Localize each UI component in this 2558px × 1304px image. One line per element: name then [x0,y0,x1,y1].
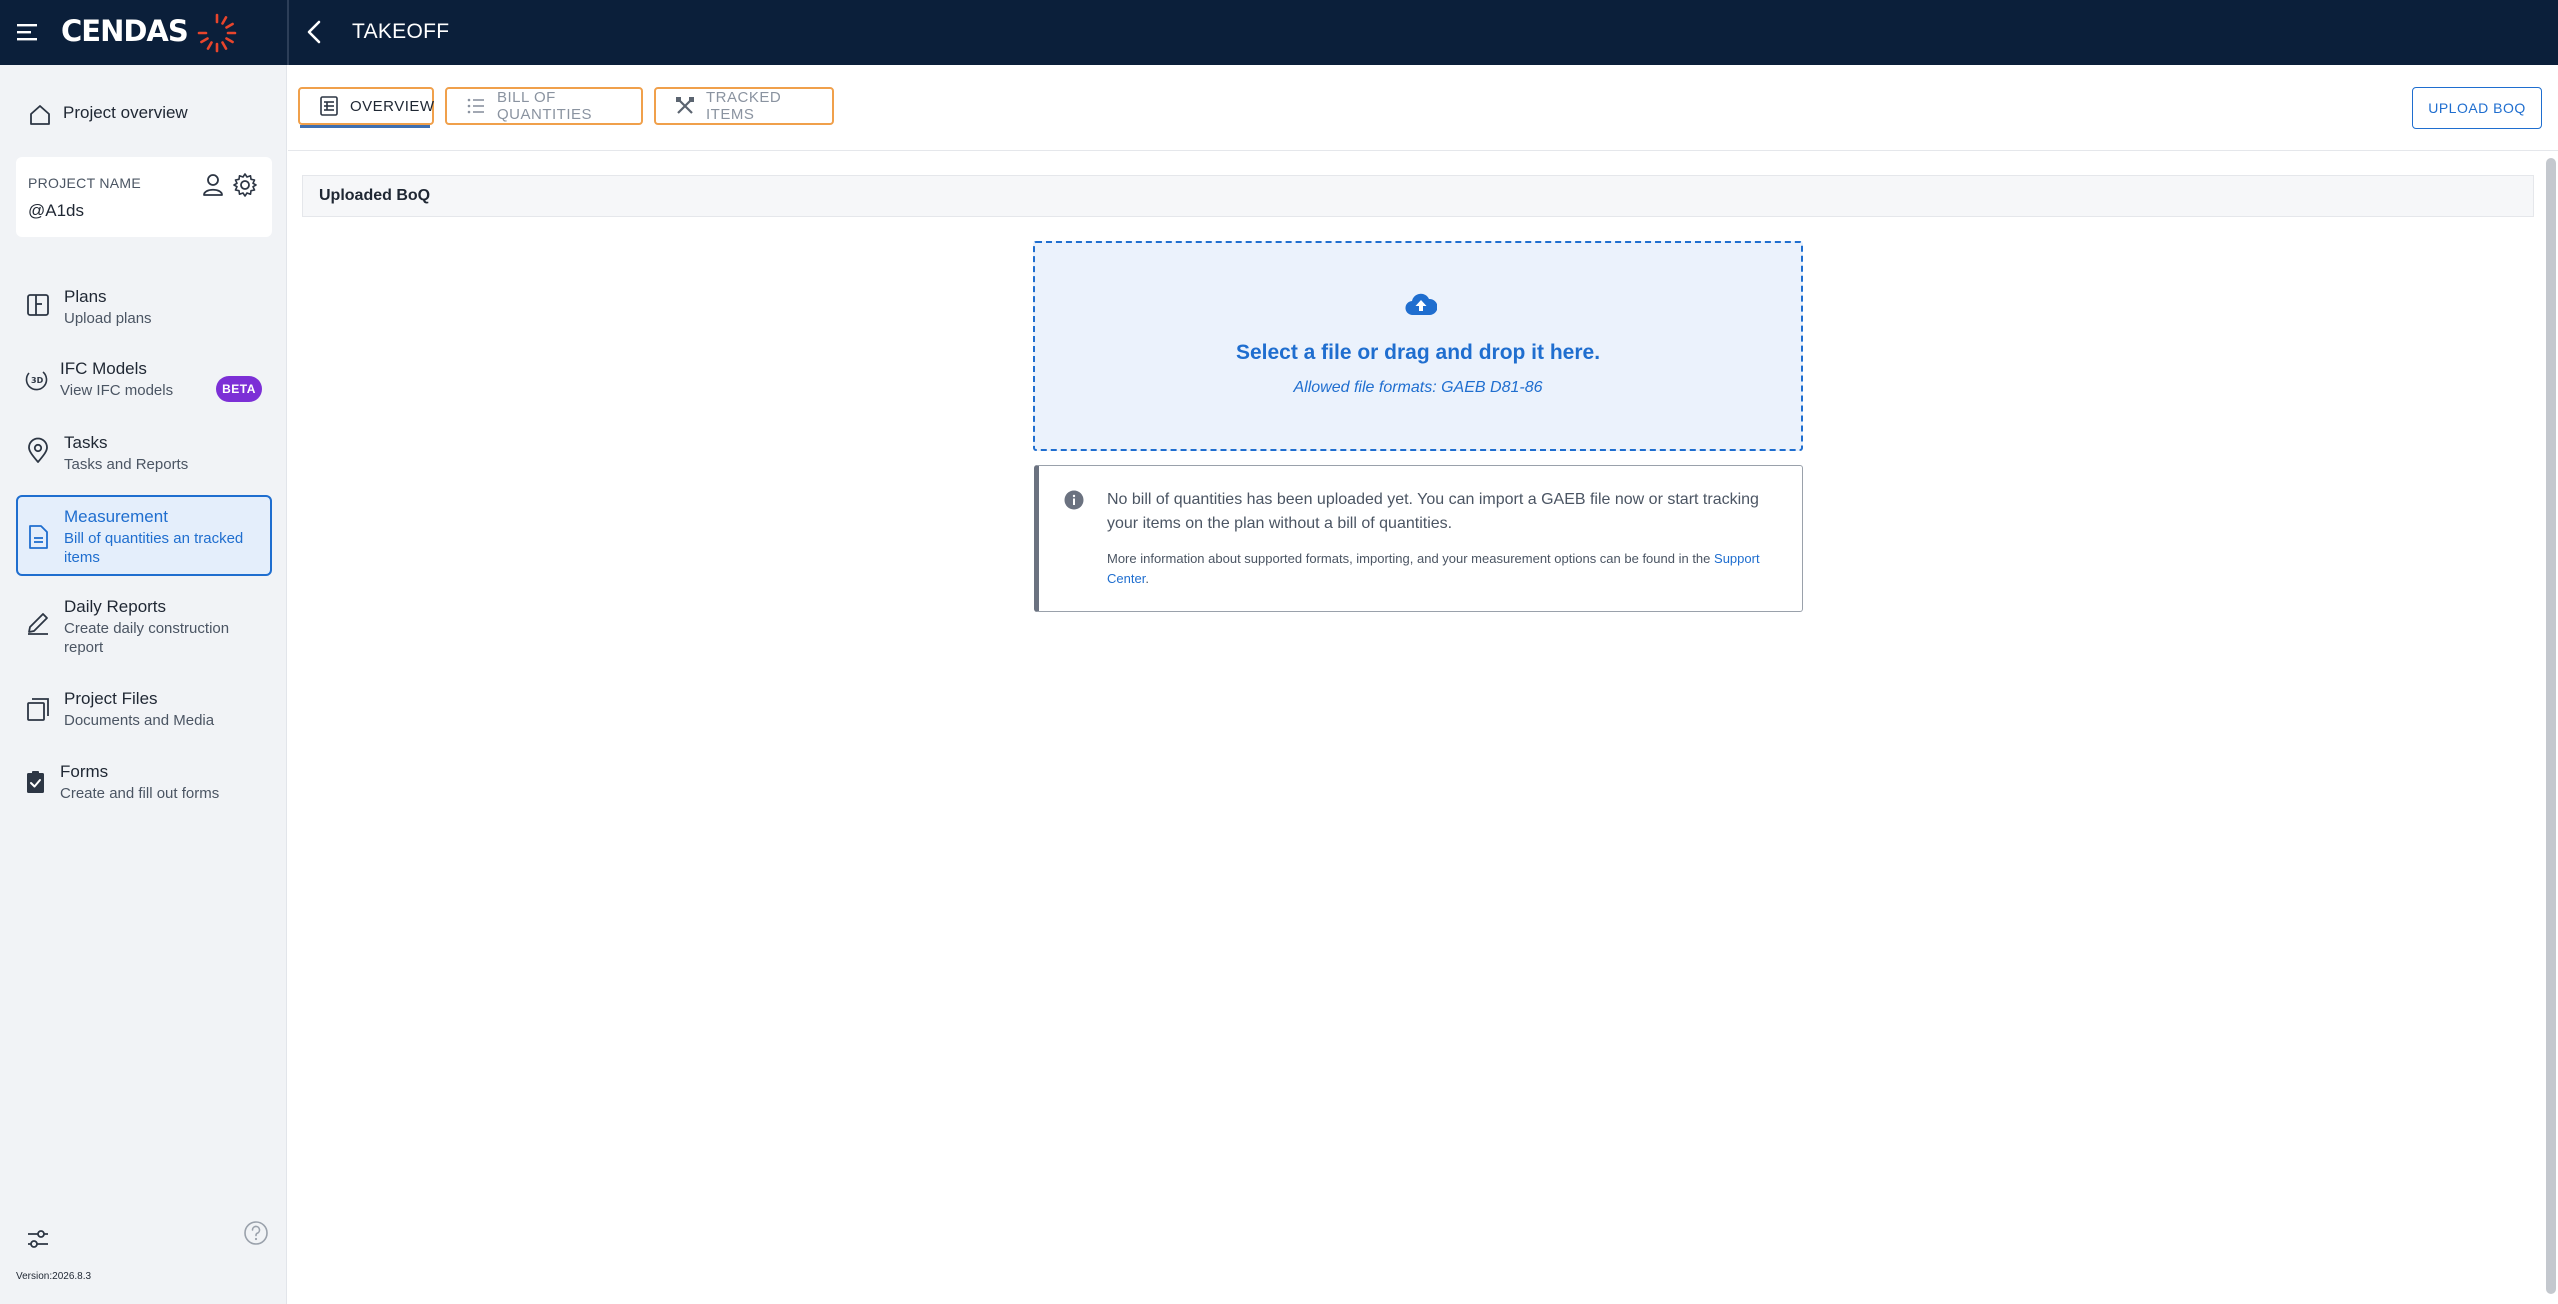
project-card: PROJECT NAME @A1ds [16,157,272,237]
dropzone-formats: Allowed file formats: GAEB D81-86 [1293,379,1543,396]
sidebar-item-subtitle: Create daily construction report [64,620,230,656]
info-icon [1064,490,1084,510]
sidebar-item-subtitle: Create and fill out forms [60,785,220,802]
sidebar-item-subtitle: Documents and Media [64,712,215,729]
settings-sliders-icon[interactable] [24,1225,52,1253]
tab-bar: OVERVIEW BILL OF QUANTITIES TRACKED ITEM… [288,65,2558,151]
main-content: OVERVIEW BILL OF QUANTITIES TRACKED ITEM… [288,65,2558,1304]
page-title: TAKEOFF [352,20,450,43]
svg-text:3D: 3D [31,376,44,385]
active-tab-indicator [300,125,430,128]
logo-text: CENDAS [61,14,189,48]
home-icon [26,101,54,129]
top-bar: CENDAS TAKEOFF [0,0,2558,65]
scrollbar[interactable] [2546,158,2556,1294]
back-chevron-icon[interactable] [300,17,330,47]
sidebar-item-project-files[interactable]: Project Files Documents and Media [16,681,272,737]
sidebar-item-title: Measurement [64,507,168,526]
info-notice: No bill of quantities has been uploaded … [1034,465,1803,612]
info-more-text: More information about supported formats… [1107,549,1787,589]
pencil-icon [24,609,52,637]
sidebar-item-plans[interactable]: Plans Upload plans [16,279,272,335]
project-name-label: PROJECT NAME [28,175,142,191]
dropzone-title: Select a file or drag and drop it here. [1235,341,1601,364]
sidebar-item-title: Project Files [64,689,158,708]
sidebar-item-title: IFC Models [60,359,147,378]
file-dropzone[interactable]: Select a file or drag and drop it here. … [1033,241,1803,451]
sidebar-item-daily-reports[interactable]: Daily Reports Create daily construction … [16,589,272,656]
version-label: Version:2026.8.3 [16,1271,92,1282]
tab-overview[interactable]: OVERVIEW [298,87,434,125]
tab-label: BILL OF QUANTITIES [497,89,593,123]
sidebar-item-tasks[interactable]: Tasks Tasks and Reports [16,425,272,481]
tab-label: OVERVIEW [350,97,435,115]
project-name-value: @A1ds [28,201,85,220]
header-divider [287,0,289,65]
tab-label: TRACKED ITEMS [706,89,782,123]
gear-icon[interactable] [231,171,259,199]
help-icon[interactable] [242,1219,270,1247]
sidebar-item-subtitle: Upload plans [64,310,152,327]
section-header: Uploaded BoQ [302,175,2534,217]
logo-sun-icon [196,12,238,54]
sidebar-item-label: Project overview [63,103,188,122]
ruler-pencil-icon [674,95,696,117]
location-pin-icon [24,437,52,465]
list-icon [465,95,487,117]
sidebar-item-title: Daily Reports [64,597,167,616]
checklist-icon [22,768,50,796]
cloud-upload-icon [1405,291,1438,317]
sidebar-item-subtitle: Bill of quantities an tracked items [64,530,244,566]
hamburger-menu-icon[interactable] [16,20,42,44]
sidebar-item-title: Plans [64,287,107,306]
sidebar: Project overview PROJECT NAME @A1ds Plan… [0,65,287,1304]
info-message: No bill of quantities has been uploaded … [1107,491,1759,532]
overview-icon [318,95,340,117]
tab-tracked-items[interactable]: TRACKED ITEMS [654,87,834,125]
tab-bill-of-quantities[interactable]: BILL OF QUANTITIES [445,87,643,125]
info-more-suffix: . [1145,571,1149,586]
section-title: Uploaded BoQ [319,187,431,204]
plans-icon [24,291,52,319]
3d-icon: 3D [22,365,50,393]
info-more-prefix: More information about supported formats… [1107,551,1711,566]
sidebar-item-forms[interactable]: Forms Create and fill out forms [16,754,272,810]
sidebar-item-measurement[interactable]: Measurement Bill of quantities an tracke… [16,495,272,576]
sidebar-item-ifc-models[interactable]: 3D IFC Models View IFC models BETA [16,351,272,409]
beta-badge: BETA [216,376,262,402]
files-icon [24,695,52,723]
user-icon[interactable] [199,171,227,199]
sidebar-item-project-overview[interactable]: Project overview [16,91,270,139]
upload-boq-button[interactable]: UPLOAD BOQ [2412,87,2542,129]
sidebar-item-title: Forms [60,762,109,781]
sidebar-item-title: Tasks [64,433,108,452]
sidebar-item-subtitle: Tasks and Reports [64,456,189,473]
document-icon [24,523,52,551]
